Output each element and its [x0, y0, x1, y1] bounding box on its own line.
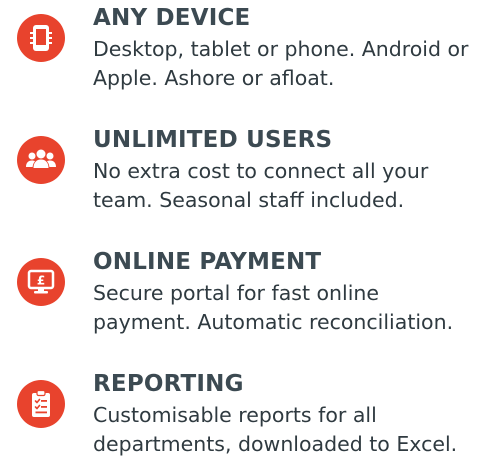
device-icon: [17, 14, 65, 62]
feature-description: Desktop, tablet or phone. Android or App…: [93, 37, 469, 90]
users-icon: [17, 136, 65, 184]
clipboard-checklist-icon: [17, 380, 65, 428]
feature-title: REPORTING: [93, 371, 244, 397]
feature-title: UNLIMITED USERS: [93, 127, 333, 153]
feature-description: Customisable reports for all departments…: [93, 403, 458, 456]
svg-text:£: £: [37, 274, 45, 288]
feature-title: ONLINE PAYMENT: [93, 249, 322, 275]
feature-online-payment: £ ONLINE PAYMENT Secure portal for fast …: [0, 248, 485, 348]
feature-any-device: ANY DEVICE Desktop, tablet or phone. And…: [0, 4, 485, 104]
feature-unlimited-users: UNLIMITED USERS No extra cost to connect…: [0, 126, 485, 226]
feature-title: ANY DEVICE: [93, 5, 251, 31]
feature-description: No extra cost to connect all your team. …: [93, 159, 429, 212]
feature-reporting: REPORTING Customisable reports for all d…: [0, 370, 485, 470]
monitor-pound-icon: £: [17, 258, 65, 306]
feature-description: Secure portal for fast online payment. A…: [93, 281, 454, 334]
